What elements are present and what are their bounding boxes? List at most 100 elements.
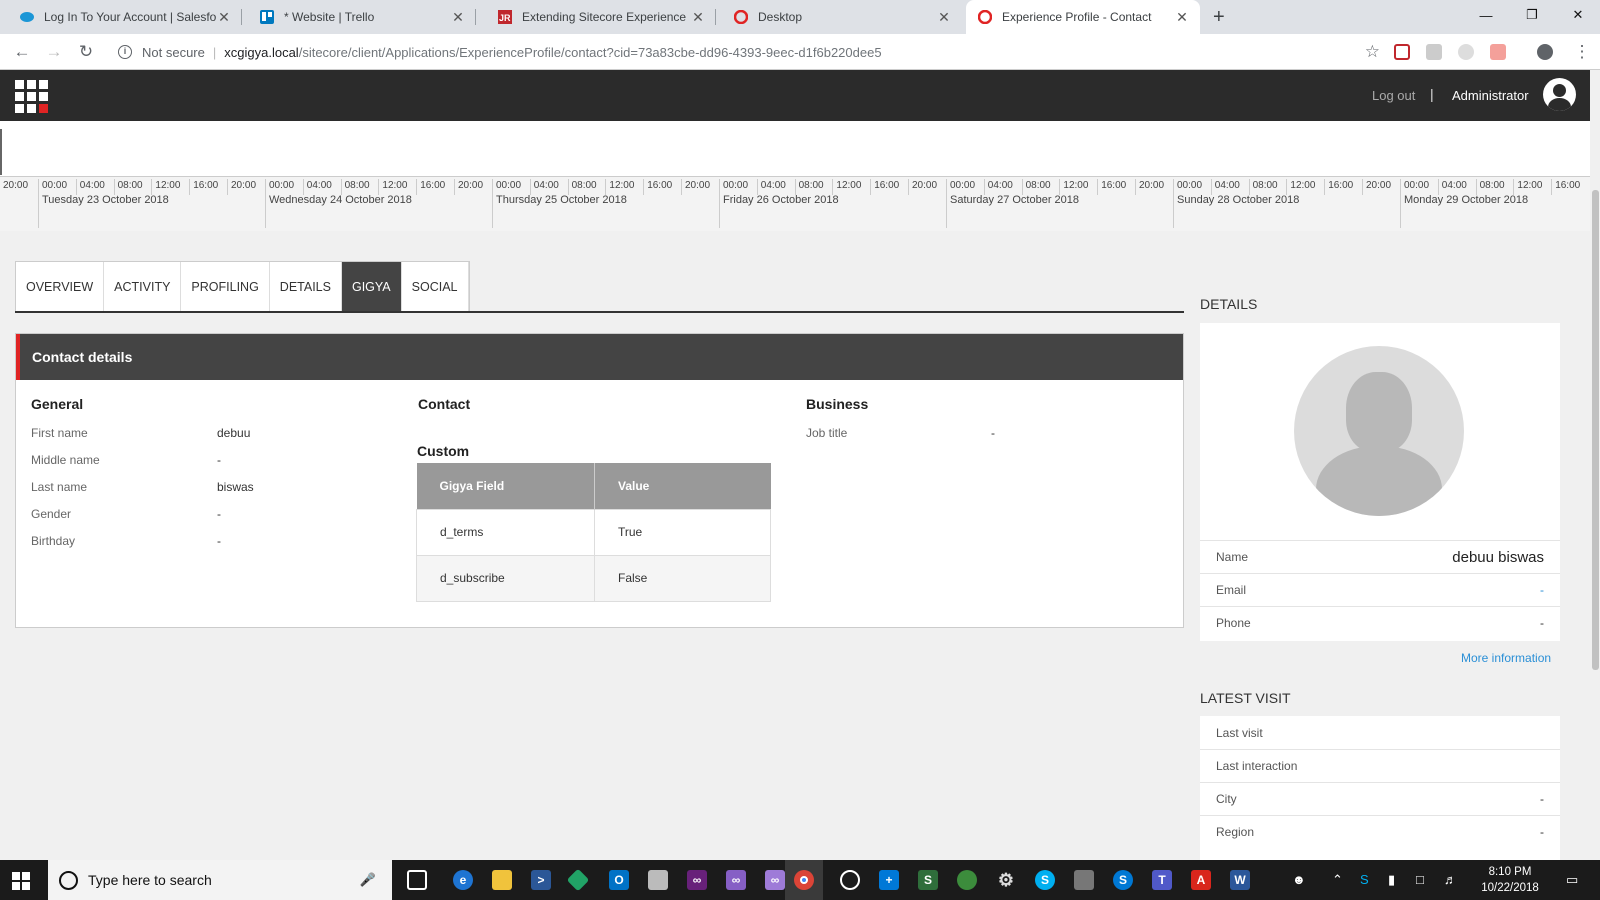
close-tab-icon[interactable]: ✕ [216, 9, 232, 26]
acrobat-icon[interactable]: A [1191, 870, 1211, 890]
globe-icon[interactable] [957, 870, 977, 890]
browser-tab-trello[interactable]: * Website | Trello ✕ [248, 0, 476, 34]
bookmark-star-icon[interactable]: ☆ [1365, 42, 1380, 62]
svg-text:JR: JR [499, 13, 511, 23]
sql-server-icon[interactable] [648, 870, 668, 890]
reload-icon[interactable]: ↻ [76, 42, 96, 62]
detail-value[interactable]: - [1540, 583, 1544, 597]
tab-separator [241, 9, 242, 25]
remote-desktop-icon[interactable] [1074, 870, 1094, 890]
settings-gear-icon[interactable]: ⚙ [996, 870, 1016, 890]
powershell-icon[interactable]: > [531, 870, 551, 890]
visual-studio-icon[interactable]: ∞ [687, 870, 707, 890]
close-tab-icon[interactable]: ✕ [936, 9, 952, 26]
timeline-hour-tick: 16:00 [189, 179, 218, 195]
teams-icon[interactable]: T [1152, 870, 1172, 890]
visual-studio-icon[interactable]: ∞ [726, 870, 746, 890]
forward-arrow-icon[interactable]: → [44, 42, 64, 62]
outlook-icon[interactable]: O [609, 870, 629, 890]
url-path: /sitecore/client/Applications/Experience… [298, 44, 882, 60]
timeline-hour-tick: 20:00 [454, 179, 483, 195]
windows-start-icon[interactable] [12, 872, 30, 890]
new-tab-icon[interactable]: + [1213, 6, 1225, 29]
network-icon[interactable]: □ [1416, 872, 1424, 887]
tab-details[interactable]: DETAILS [270, 262, 342, 312]
shield-icon[interactable]: + [879, 870, 899, 890]
battery-icon[interactable]: ▮ [1388, 872, 1395, 888]
visit-label: Last visit [1216, 725, 1263, 740]
task-view-icon[interactable] [407, 870, 427, 890]
visual-studio-icon[interactable]: ∞ [765, 870, 785, 890]
taskbar-search[interactable]: Type here to search 🎤 [48, 860, 392, 900]
info-icon[interactable]: i [118, 45, 132, 59]
close-tab-icon[interactable]: ✕ [1174, 9, 1190, 26]
tab-profiling[interactable]: PROFILING [181, 262, 270, 312]
skype-business-icon[interactable]: S [1113, 870, 1133, 890]
browser-tab-extending-sitecore[interactable]: JR Extending Sitecore Experience Pr ✕ [486, 0, 716, 34]
system-clock[interactable]: 8:10 PM 10/22/2018 [1470, 864, 1550, 896]
timeline-day-label: Wednesday 24 October 2018 [265, 193, 412, 228]
chevron-up-icon[interactable]: ⌃ [1332, 872, 1343, 888]
timeline-hour-tick: 16:00 [870, 179, 899, 195]
timeline-day-label: Tuesday 23 October 2018 [38, 193, 169, 228]
back-arrow-icon[interactable]: ← [12, 42, 32, 62]
volume-icon[interactable]: ♬ [1444, 872, 1457, 887]
detail-label: Phone [1216, 616, 1251, 630]
logout-link[interactable]: Log out [1372, 88, 1415, 103]
microphone-icon[interactable]: 🎤 [360, 872, 376, 888]
visit-label: City [1216, 792, 1237, 806]
tab-separator [475, 9, 476, 25]
timeline-axis[interactable]: 20:00 00:00 04:00 08:00 12:00 16:00 20:00 Tuesd… [0, 176, 1590, 231]
skype-icon[interactable]: S [1035, 870, 1055, 890]
extension-icon[interactable] [1394, 44, 1410, 60]
user-avatar-icon[interactable] [1543, 78, 1576, 111]
user-name: Administrator [1452, 88, 1529, 103]
menu-dots-icon[interactable]: ⋮ [1572, 42, 1592, 62]
page-scrollbar[interactable] [1590, 70, 1600, 860]
people-icon[interactable]: ☻ [1292, 872, 1306, 887]
field-value: debuu [217, 426, 251, 440]
tab-overview[interactable]: OVERVIEW [16, 262, 105, 312]
browser-tab-salesforce[interactable]: Log In To Your Account | Salesfor ✕ [8, 0, 242, 34]
sitecore-icon [978, 10, 992, 24]
extension-icon[interactable] [1458, 44, 1474, 60]
field-label: Middle name [31, 453, 100, 467]
custom-fields-table: Gigya Field Value d_terms True d_subscri… [416, 463, 771, 602]
sitecore-launchpad-icon[interactable] [15, 80, 48, 113]
minimize-icon[interactable]: — [1463, 0, 1509, 30]
close-window-icon[interactable]: ✕ [1555, 0, 1600, 30]
profile-icon[interactable] [1537, 44, 1553, 60]
table-header-row: Gigya Field Value [416, 463, 771, 509]
timeline-canvas [0, 121, 1590, 176]
close-tab-icon[interactable]: ✕ [690, 9, 706, 26]
notifications-icon[interactable]: ▭ [1566, 872, 1578, 888]
diamond-app-icon[interactable] [566, 868, 590, 892]
tab-activity[interactable]: ACTIVITY [104, 262, 182, 312]
contact-photo-placeholder-icon [1294, 346, 1464, 516]
timeline-day-label: Sunday 28 October 2018 [1173, 193, 1299, 228]
column-header: Value [594, 463, 771, 509]
profile-tabs: OVERVIEW ACTIVITY PROFILING DETAILS GIGY… [15, 261, 470, 313]
detail-row-name: Name debuu biswas [1200, 540, 1560, 573]
tab-gigya[interactable]: GIGYA [341, 262, 402, 312]
network-globe-icon[interactable] [840, 870, 860, 890]
word-icon[interactable]: W [1230, 870, 1250, 890]
chrome-icon[interactable] [794, 870, 814, 890]
address-bar[interactable]: i Not secure | xcgigya.local /sitecore/c… [110, 38, 1380, 66]
timeline-hour-tick: 20:00 [3, 180, 29, 191]
browser-tab-experience-profile[interactable]: Experience Profile - Contact ✕ [966, 0, 1200, 34]
edge-icon[interactable]: e [453, 870, 473, 890]
field-label: Birthday [31, 534, 76, 548]
restore-icon[interactable]: ❐ [1509, 0, 1555, 30]
file-explorer-icon[interactable] [492, 870, 512, 890]
extension-icon[interactable] [1426, 44, 1442, 60]
skype-tray-icon[interactable]: S [1360, 872, 1369, 887]
close-tab-icon[interactable]: ✕ [450, 9, 466, 26]
more-information-link[interactable]: More information [1461, 651, 1551, 665]
visit-row-last-visit: Last visit [1200, 716, 1560, 749]
sharepoint-icon[interactable]: S [918, 870, 938, 890]
browser-tab-desktop[interactable]: Desktop ✕ [722, 0, 962, 34]
tab-social[interactable]: SOCIAL [402, 262, 469, 312]
scrollbar-thumb[interactable] [1592, 190, 1599, 670]
extension-icon[interactable] [1490, 44, 1506, 60]
